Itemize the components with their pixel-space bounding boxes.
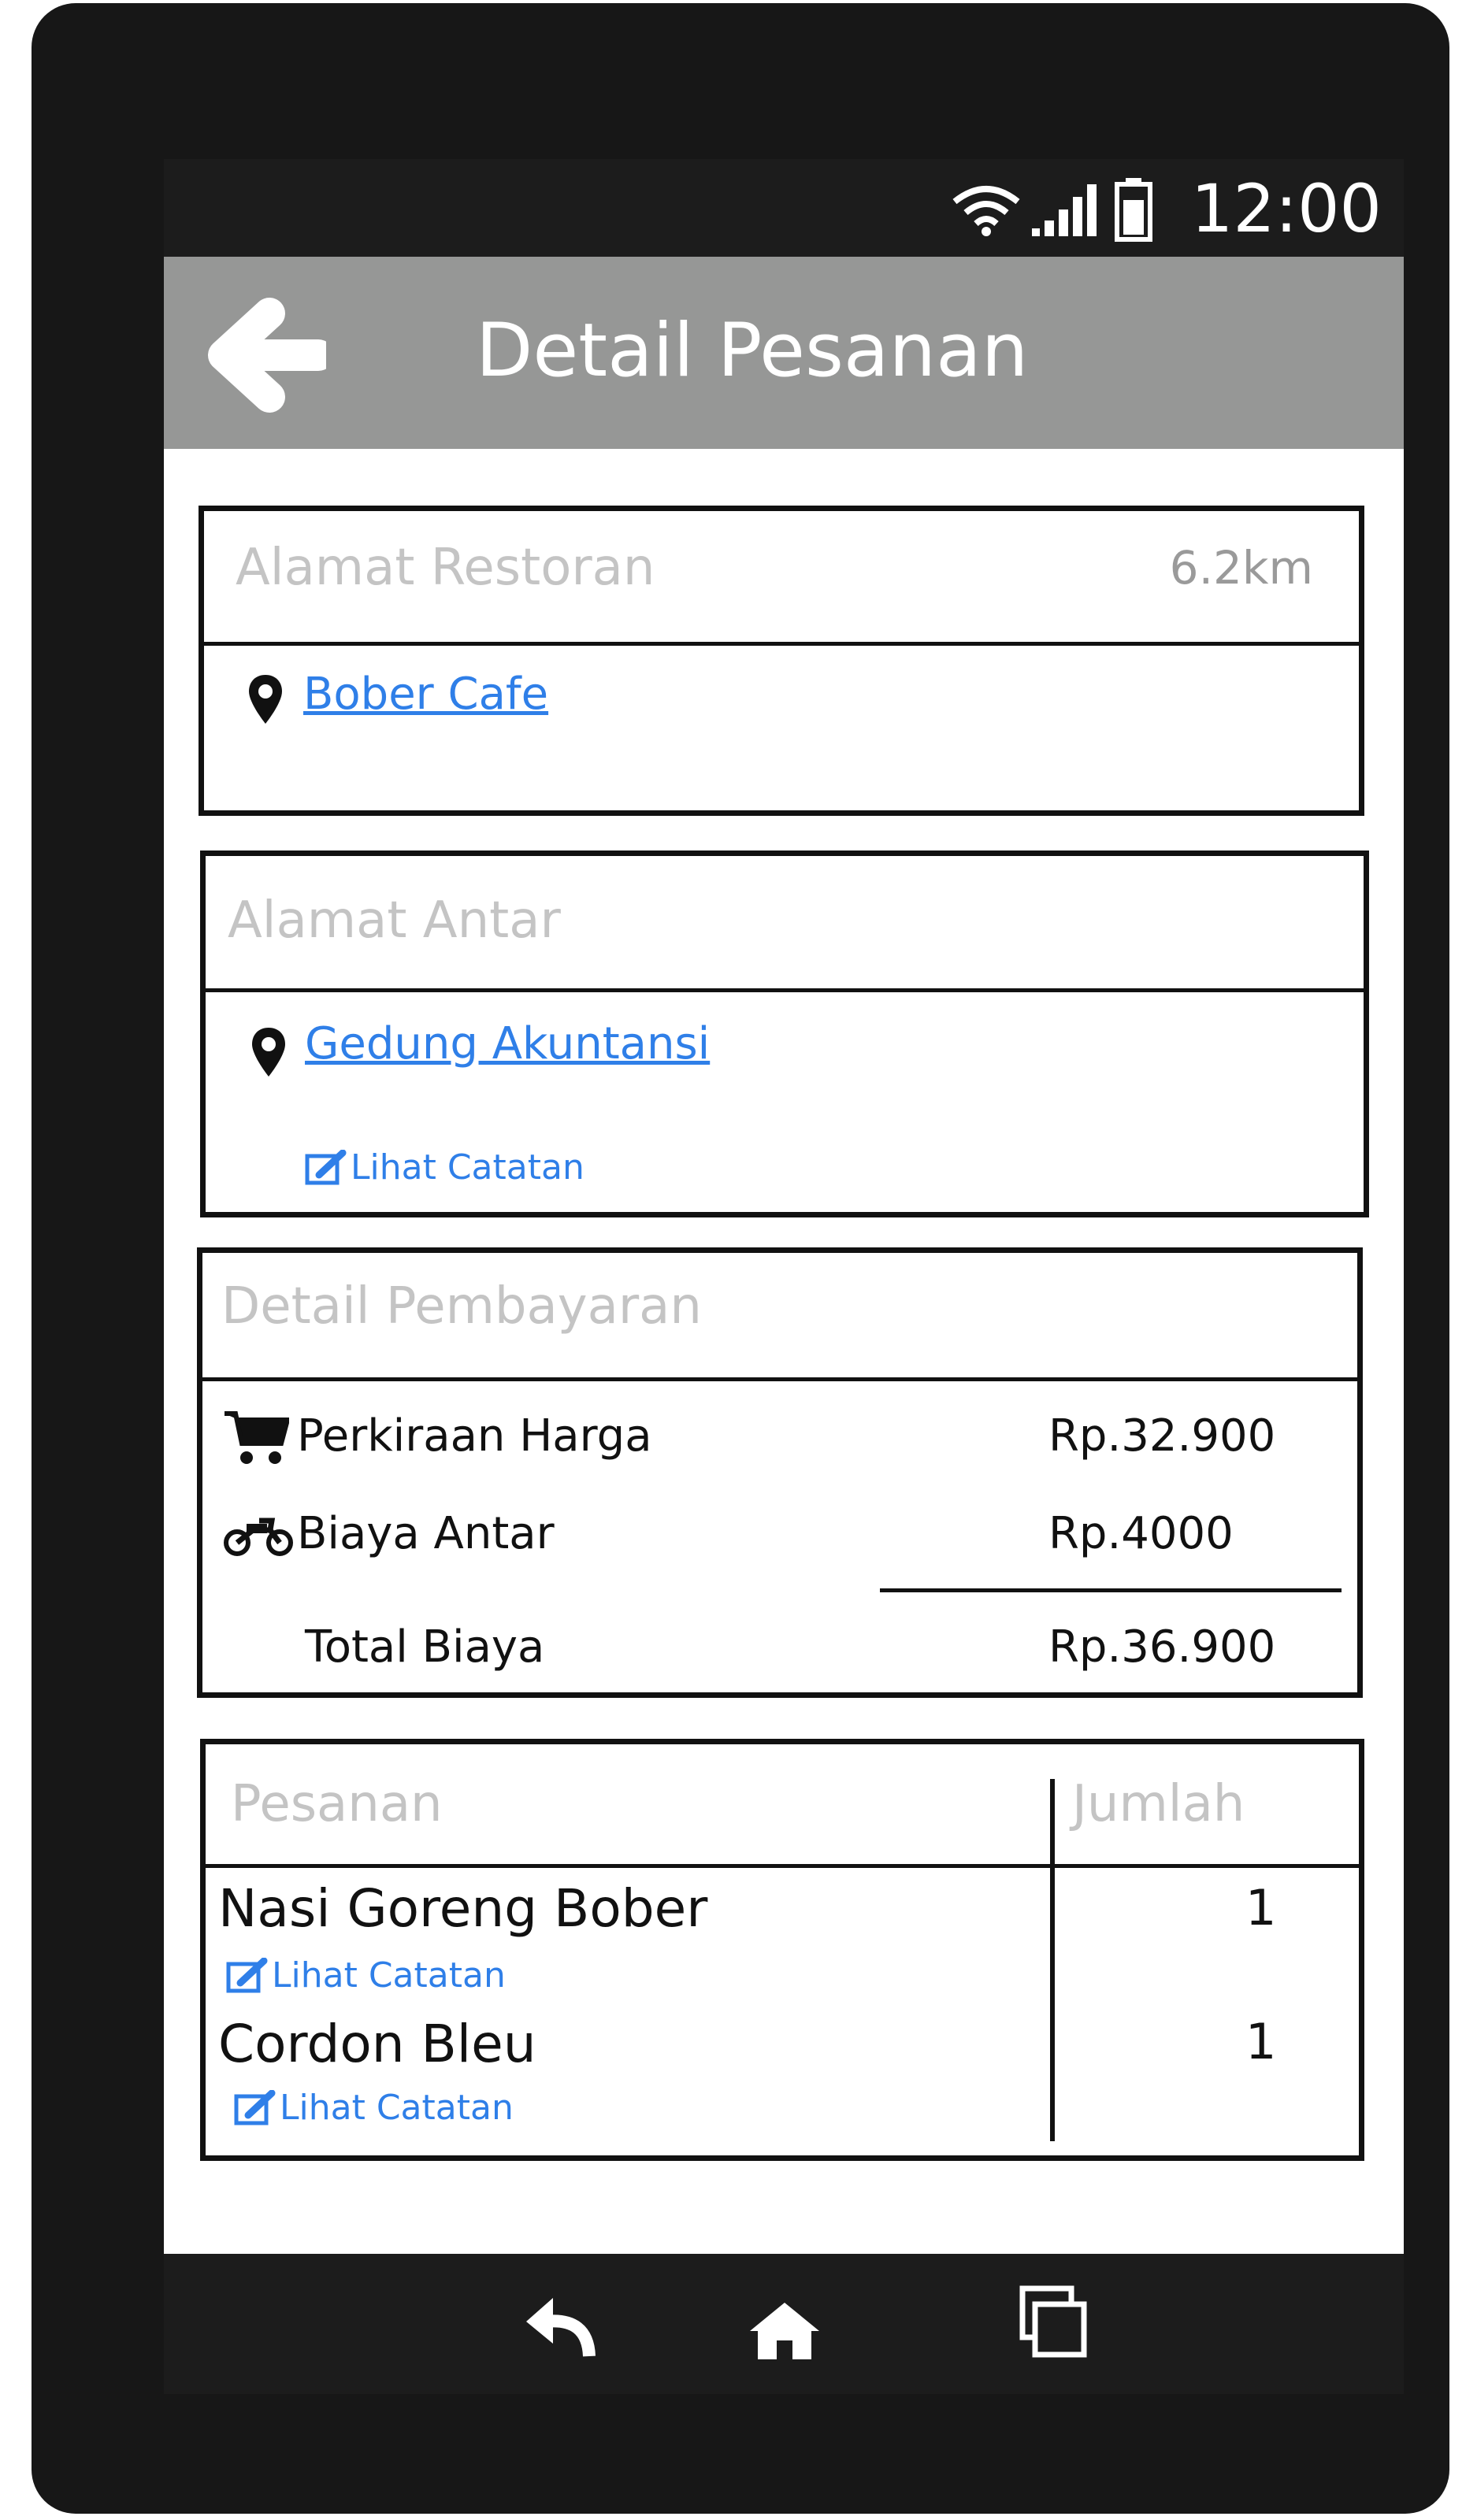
order-item-note-link[interactable]: Lihat Catatan [234, 2086, 514, 2130]
location-pin-icon [249, 675, 282, 724]
total-divider [880, 1588, 1342, 1592]
status-bar: 12:00 [164, 159, 1404, 257]
orders-header-item: Pesanan [231, 1775, 443, 1833]
restaurant-name-link[interactable]: Bober Cafe [303, 667, 548, 722]
orders-column-divider [1050, 1779, 1055, 2141]
total-label: Total Biaya [305, 1621, 545, 1673]
delivery-note-link[interactable]: Lihat Catatan [305, 1146, 584, 1190]
page-title: Detail Pesanan [476, 308, 1029, 394]
order-item-note-link[interactable]: Lihat Catatan [226, 1954, 506, 1998]
delivery-card-title: Alamat Antar [228, 891, 561, 950]
motorcycle-icon [224, 1518, 293, 1556]
location-pin-icon [252, 1028, 285, 1077]
navigation-bar [164, 2254, 1404, 2394]
phone-frame: 12:00 Detail Pesanan Alamat Restoran 6.2… [32, 3, 1449, 2514]
delivery-fee-label: Biaya Antar [297, 1508, 555, 1559]
battery-icon [1115, 178, 1152, 242]
nav-recent-apps-icon[interactable] [1019, 2285, 1090, 2361]
payment-card: Detail Pembayaran Perkiraan Harga Rp.32.… [197, 1247, 1363, 1698]
order-item-name: Cordon Bleu [218, 2014, 536, 2074]
order-item-note-label[interactable]: Lihat Catatan [272, 1954, 506, 1998]
orders-header-qty: Jumlah [1072, 1775, 1245, 1833]
screen: 12:00 Detail Pesanan Alamat Restoran 6.2… [164, 159, 1404, 2394]
order-item-note-label[interactable]: Lihat Catatan [280, 2086, 514, 2130]
orders-card: Pesanan Jumlah Nasi Goreng Bober 1 Lihat… [200, 1739, 1364, 2161]
restaurant-card-title: Alamat Restoran [236, 539, 655, 597]
delivery-address-link[interactable]: Gedung Akuntansi [305, 1017, 710, 1072]
delivery-note-label[interactable]: Lihat Catatan [351, 1146, 584, 1190]
delivery-fee-value: Rp.4000 [1048, 1508, 1234, 1559]
price-estimate-value: Rp.32.900 [1048, 1410, 1276, 1462]
price-estimate-label: Perkiraan Harga [297, 1410, 652, 1462]
edit-note-icon [305, 1150, 347, 1185]
payment-card-title: Detail Pembayaran [221, 1277, 702, 1336]
order-item-name: Nasi Goreng Bober [218, 1878, 708, 1939]
edit-note-icon [234, 2090, 276, 2125]
nav-back-icon[interactable] [521, 2293, 600, 2359]
cart-icon [225, 1411, 289, 1464]
order-item-qty: 1 [1245, 2013, 1277, 2070]
delivery-card: Alamat Antar Gedung Akuntansi Lihat Cata… [200, 850, 1369, 1217]
wifi-icon [952, 186, 1020, 236]
total-value: Rp.36.900 [1048, 1621, 1276, 1673]
restaurant-distance: 6.2km [1169, 541, 1313, 595]
status-time: 12:00 [1190, 170, 1382, 247]
restaurant-card: Alamat Restoran 6.2km Bober Cafe [199, 506, 1364, 816]
nav-home-icon[interactable] [748, 2300, 821, 2362]
back-arrow-icon[interactable] [200, 296, 326, 414]
edit-note-icon [226, 1958, 268, 1993]
app-bar: Detail Pesanan [164, 257, 1404, 449]
signal-icon [1032, 184, 1097, 236]
order-item-qty: 1 [1245, 1879, 1277, 1936]
